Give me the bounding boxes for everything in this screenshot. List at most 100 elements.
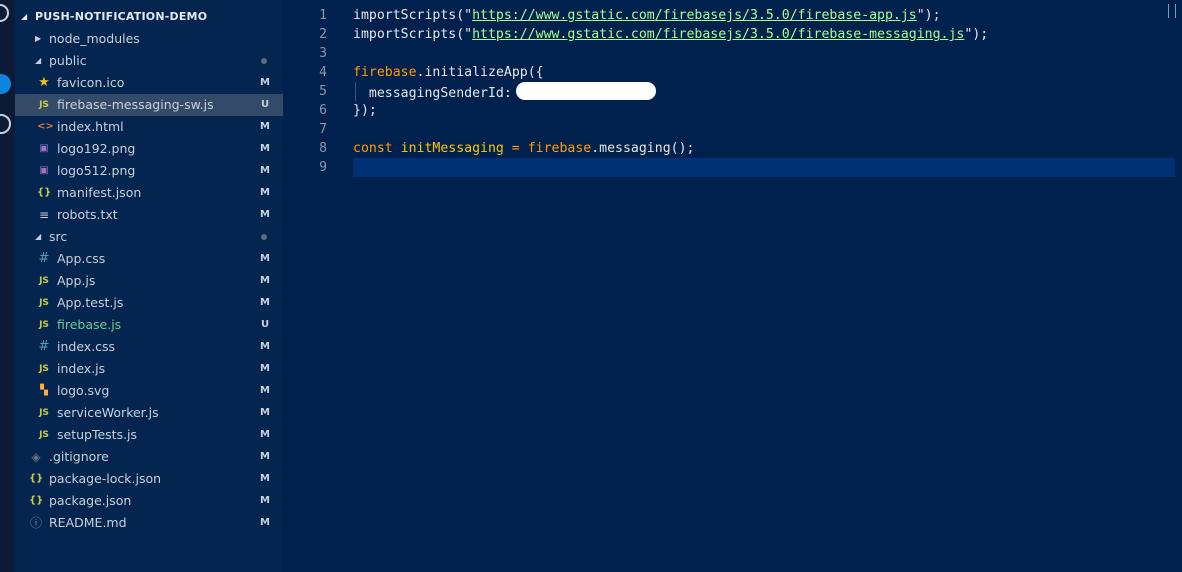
code-line[interactable]: importScripts("https://www.gstatic.com/f… — [353, 6, 941, 25]
line-number: 9 — [319, 160, 327, 175]
file-item[interactable]: JS index.js M — [15, 358, 283, 380]
git-status-badge: M — [260, 451, 270, 462]
file-label: manifest.json — [57, 185, 142, 200]
git-status-badge: M — [260, 275, 270, 286]
code-token: firebase — [353, 65, 417, 80]
js-icon: JS — [39, 408, 49, 418]
file-label: package.json — [49, 493, 132, 508]
activity-bar — [0, 0, 15, 572]
explorer-sidebar: ◢ PUSH-NOTIFICATION-DEMO ▶ node_modules ◢ p… — [15, 0, 283, 572]
file-item[interactable]: ≡ robots.txt M — [15, 204, 283, 226]
folder-label: src — [49, 229, 68, 244]
code-line[interactable]: }); — [353, 101, 377, 120]
git-status-badge: M — [260, 407, 270, 418]
file-label: favicon.ico — [57, 75, 125, 90]
git-status-badge: M — [260, 165, 270, 176]
file-label: .gitignore — [49, 449, 109, 464]
activity-icon-ring[interactable] — [0, 114, 11, 134]
code-line[interactable]: importScripts("https://www.gstatic.com/f… — [353, 25, 988, 44]
file-item[interactable]: {} package.json M — [15, 490, 283, 512]
file-item[interactable]: ▣ logo512.png M — [15, 160, 283, 182]
code-token: = — [503, 141, 528, 156]
file-label: App.css — [57, 251, 106, 266]
chevron-down-icon: ◢ — [21, 12, 28, 21]
file-item[interactable]: JS App.test.js M — [15, 292, 283, 314]
code-token: https://www.gstatic.com/firebasejs/3.5.0… — [472, 27, 965, 42]
folder-item[interactable]: ◢ public — [15, 50, 283, 72]
json-icon: {} — [37, 187, 52, 198]
css-icon: # — [38, 339, 50, 354]
code-token: "); — [916, 8, 941, 23]
js-icon: JS — [39, 430, 49, 440]
file-label: logo.svg — [57, 383, 110, 398]
star-icon: ★ — [38, 75, 50, 90]
file-label: README.md — [49, 515, 127, 530]
line-number: 2 — [319, 27, 327, 42]
git-status-badge: M — [260, 473, 270, 484]
file-label: index.js — [57, 361, 106, 376]
file-item[interactable]: ▣ logo192.png M — [15, 138, 283, 160]
html-icon: <> — [37, 121, 54, 132]
chevron-down-icon: ◢ — [35, 232, 42, 241]
code-line[interactable]: firebase.initializeApp({ — [353, 63, 544, 82]
css-icon: # — [38, 251, 50, 266]
file-label: package-lock.json — [49, 471, 162, 486]
file-label: index.css — [57, 339, 116, 354]
file-item[interactable]: ⓘ README.md M — [15, 512, 283, 534]
line-number: 7 — [319, 122, 327, 137]
line-number: 4 — [319, 65, 327, 80]
chevron-down-icon: ◢ — [35, 56, 42, 65]
code-token: : — [503, 86, 512, 101]
line-number: 6 — [319, 103, 327, 118]
code-line[interactable]: messagingSenderId: — [353, 82, 656, 101]
code-line[interactable]: const initMessaging = firebase.messaging… — [353, 139, 694, 158]
code-token: initMessaging — [400, 141, 504, 156]
git-status-badge: M — [260, 121, 270, 132]
js-icon: JS — [39, 298, 49, 308]
git-status-badge: U — [260, 319, 270, 330]
line-number: 3 — [319, 46, 327, 61]
json-icon: {} — [29, 473, 44, 484]
file-item[interactable]: JS setupTests.js M — [15, 424, 283, 446]
git-status-badge: M — [260, 429, 270, 440]
file-label: serviceWorker.js — [57, 405, 159, 420]
file-item[interactable]: ▚ logo.svg M — [15, 380, 283, 402]
explorer-root-title: PUSH-NOTIFICATION-DEMO — [35, 10, 208, 23]
code-editor[interactable]: 123456789 importScripts("https://www.gst… — [283, 0, 1182, 572]
folder-label: node_modules — [49, 31, 140, 46]
code-token: (" — [456, 8, 473, 23]
git-status-badge: M — [260, 385, 270, 396]
file-item[interactable]: JS firebase.js U — [15, 314, 283, 336]
code-token: ({ — [527, 65, 544, 80]
file-item[interactable]: ★ favicon.ico M — [15, 72, 283, 94]
git-icon: ◈ — [31, 450, 41, 464]
folder-item[interactable]: ▶ node_modules — [15, 28, 283, 50]
file-item[interactable]: # index.css M — [15, 336, 283, 358]
git-status-badge: M — [260, 187, 270, 198]
file-item[interactable]: <> index.html M — [15, 116, 283, 138]
git-status-badge: M — [260, 143, 270, 154]
file-item[interactable]: {} manifest.json M — [15, 182, 283, 204]
code-token: firebase — [527, 141, 592, 156]
svg-icon: ▚ — [40, 385, 48, 396]
file-item[interactable]: JS firebase-messaging-sw.js U — [15, 94, 283, 116]
file-item[interactable]: {} package-lock.json M — [15, 468, 283, 490]
file-item[interactable]: JS serviceWorker.js M — [15, 402, 283, 424]
file-label: firebase-messaging-sw.js — [57, 97, 214, 112]
git-status-badge: M — [260, 297, 270, 308]
code-token: (); — [670, 141, 695, 156]
file-item[interactable]: # App.css M — [15, 248, 283, 270]
file-label: App.js — [57, 273, 96, 288]
folder-item[interactable]: ◢ src — [15, 226, 283, 248]
activity-badge-icon[interactable] — [0, 74, 11, 94]
file-item[interactable]: JS App.js M — [15, 270, 283, 292]
file-label: firebase.js — [57, 317, 122, 332]
explorer-root-header[interactable]: ◢ PUSH-NOTIFICATION-DEMO — [15, 7, 283, 27]
activity-icon-top[interactable] — [0, 4, 9, 22]
file-label: index.html — [57, 119, 124, 134]
git-status-badge: M — [260, 341, 270, 352]
file-item[interactable]: ◈ .gitignore M — [15, 446, 283, 468]
js-icon: JS — [39, 320, 49, 330]
code-token: . — [591, 141, 600, 156]
info-icon: ⓘ — [29, 516, 42, 530]
